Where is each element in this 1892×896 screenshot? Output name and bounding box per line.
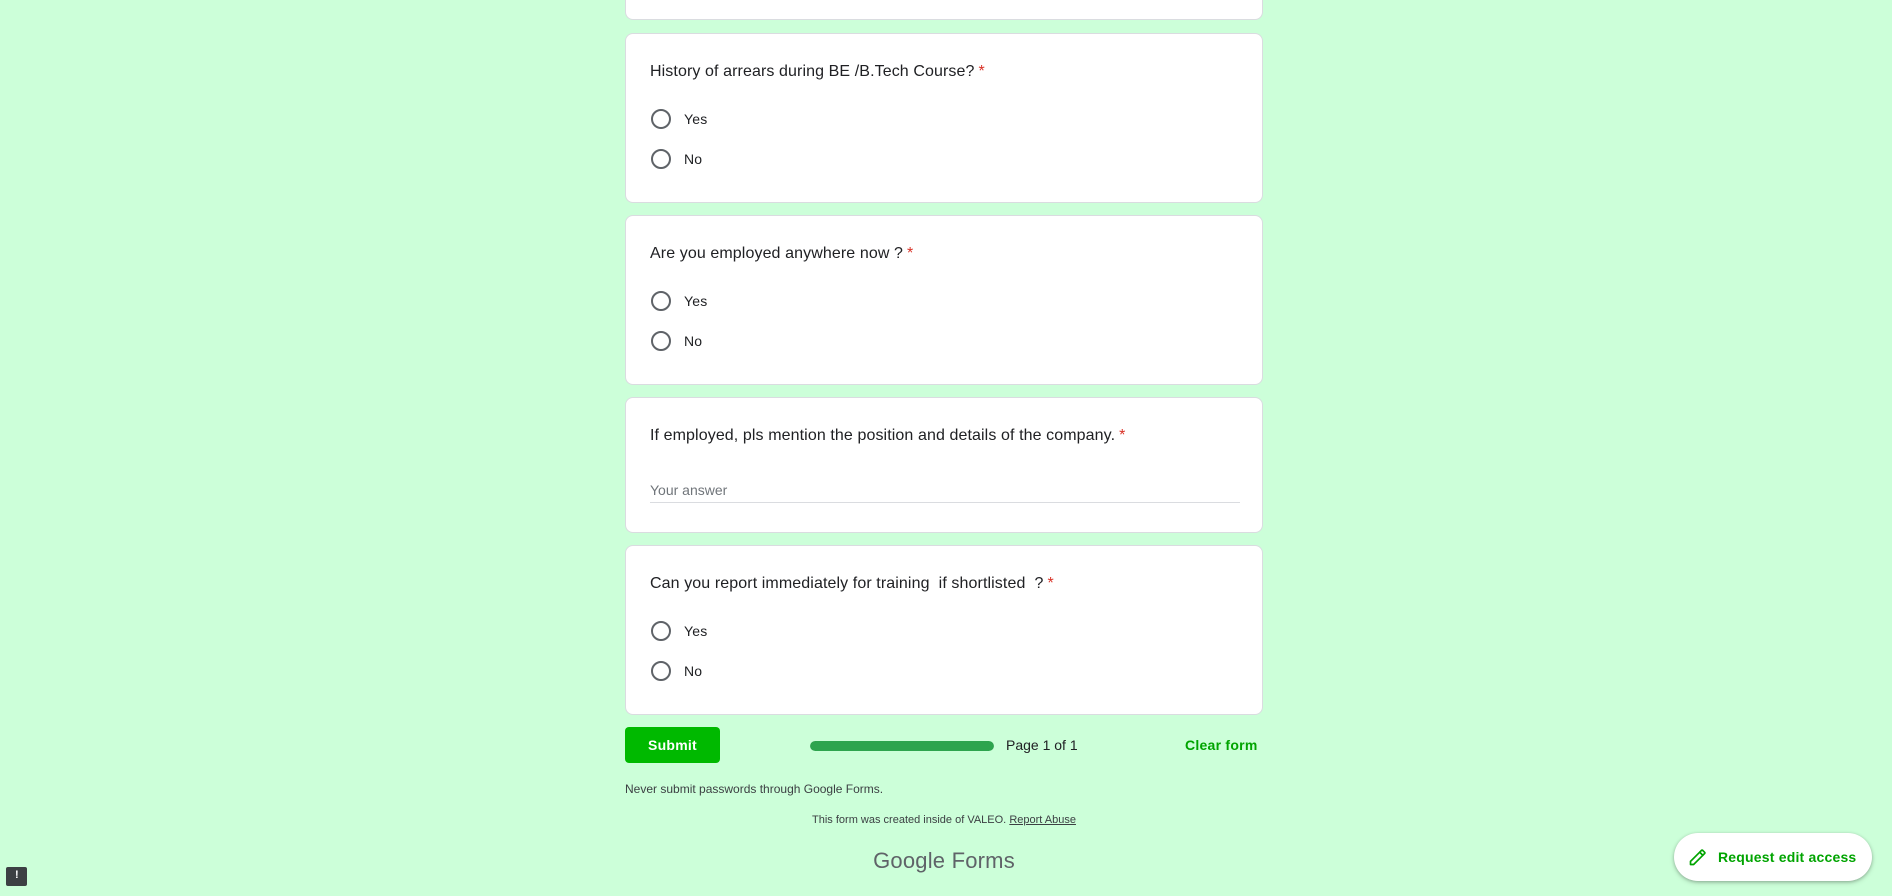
question-card-report-training: Can you report immediately for training … (625, 545, 1263, 715)
radio-button-icon[interactable] (651, 109, 671, 129)
form-origin-notice: This form was created inside of VALEO. R… (625, 814, 1263, 826)
progress-bar (810, 741, 994, 751)
radio-option-yes[interactable]: Yes (650, 107, 707, 131)
required-asterisk: * (1119, 427, 1126, 444)
required-asterisk: * (978, 63, 985, 80)
radio-option-no[interactable]: No (650, 147, 702, 171)
request-edit-access-label: Request edit access (1718, 849, 1857, 865)
feedback-icon[interactable]: ! (6, 867, 27, 886)
brand-google: Google (873, 848, 946, 873)
question-title: History of arrears during BE /B.Tech Cou… (650, 63, 985, 80)
option-label: No (684, 663, 703, 679)
question-card-employed: Are you employed anywhere now ? * Yes No (625, 215, 1263, 385)
pencil-icon (1688, 847, 1708, 867)
radio-button-icon[interactable] (651, 149, 671, 169)
required-asterisk: * (907, 245, 914, 262)
progress-bar-fill (810, 741, 994, 751)
page-indicator: Page 1 of 1 (1006, 737, 1078, 753)
required-asterisk: * (1047, 575, 1054, 592)
created-inside-text: This form was created inside of VALEO. (812, 814, 1007, 826)
submit-button[interactable]: Submit (625, 727, 720, 763)
brand-forms: Forms (951, 848, 1015, 873)
feedback-glyph: ! (15, 869, 19, 881)
option-label: No (684, 151, 703, 167)
question-title: Can you report immediately for training … (650, 575, 1054, 592)
option-label: Yes (684, 111, 708, 127)
clear-form-button[interactable]: Clear form (1177, 729, 1266, 761)
radio-option-yes[interactable]: Yes (650, 619, 707, 643)
option-label: Yes (684, 293, 708, 309)
question-title: Are you employed anywhere now ? * (650, 245, 914, 262)
question-title: If employed, pls mention the position an… (650, 427, 1126, 444)
google-forms-logo[interactable]: Google Forms (625, 848, 1263, 874)
question-card-partial (625, 0, 1263, 20)
radio-option-yes[interactable]: Yes (650, 289, 707, 313)
radio-option-no[interactable]: No (650, 659, 702, 683)
question-card-arrears: History of arrears during BE /B.Tech Cou… (625, 33, 1263, 203)
radio-option-no[interactable]: No (650, 329, 702, 353)
report-abuse-link[interactable]: Report Abuse (1009, 814, 1076, 826)
radio-button-icon[interactable] (651, 331, 671, 351)
form-page: History of arrears during BE /B.Tech Cou… (0, 0, 1892, 896)
radio-button-icon[interactable] (651, 621, 671, 641)
option-label: Yes (684, 623, 708, 639)
question-card-company-details: If employed, pls mention the position an… (625, 397, 1263, 533)
radio-button-icon[interactable] (651, 291, 671, 311)
request-edit-access-button[interactable]: Request edit access (1674, 833, 1872, 881)
option-label: No (684, 333, 703, 349)
answer-text-input[interactable] (650, 478, 1240, 503)
password-warning: Never submit passwords through Google Fo… (625, 782, 884, 796)
radio-button-icon[interactable] (651, 661, 671, 681)
